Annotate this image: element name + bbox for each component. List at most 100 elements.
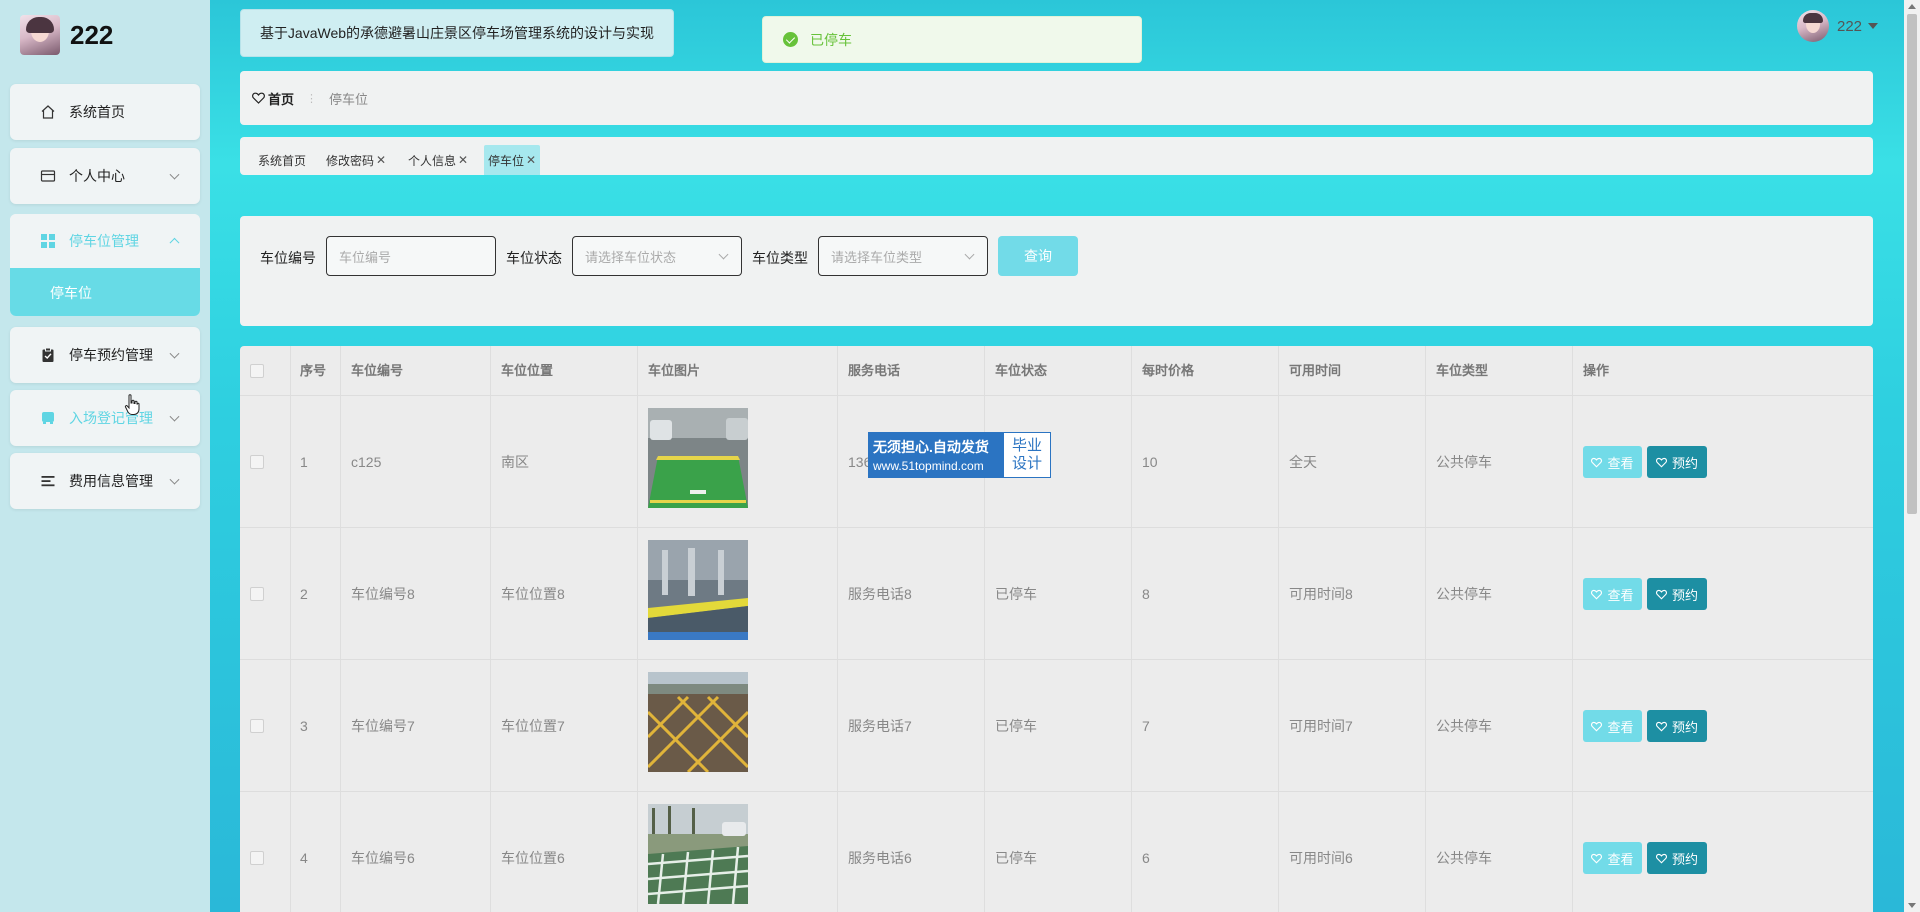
- sidebar-item-parking-management[interactable]: 停车位管理: [10, 214, 200, 268]
- row-checkbox[interactable]: [250, 587, 264, 601]
- breadcrumb: 首页 ⋮ 停车位: [240, 71, 1873, 125]
- cell-index: 4: [300, 850, 308, 866]
- sidebar: 222 系统首页 个人中心 停车位管理 停车位 停车预约管理 入场登记管理 费用…: [0, 0, 210, 912]
- number-input[interactable]: 车位编号: [326, 236, 496, 276]
- sidebar-subitem-parking-space[interactable]: 停车位: [10, 268, 200, 316]
- tag-label: 系统首页: [258, 153, 307, 168]
- cell-location: 车位位置8: [501, 586, 565, 602]
- sidebar-item-label: 系统首页: [69, 104, 125, 120]
- label-number: 车位编号: [260, 250, 316, 266]
- book-button-label: 预约: [1671, 587, 1698, 603]
- cell-time: 可用时间6: [1289, 850, 1353, 866]
- status-select-placeholder: 请选择车位状态: [585, 249, 677, 265]
- cell-time: 可用时间7: [1289, 718, 1353, 734]
- chevron-down-icon: [169, 474, 180, 485]
- watermark-line1: 无须担心.自动发货: [873, 439, 989, 455]
- query-button[interactable]: 查询: [998, 236, 1078, 276]
- select-all-checkbox[interactable]: [250, 364, 264, 378]
- sidebar-item-reservation-management[interactable]: 停车预约管理: [10, 327, 200, 383]
- heart-icon: [1591, 721, 1603, 732]
- table-row: 1 c125 南区 136 10 全天 公共停车 查看 预约: [240, 396, 1873, 528]
- page-scrollbar[interactable]: [1904, 0, 1920, 912]
- view-button[interactable]: 查看: [1583, 710, 1642, 742]
- view-button[interactable]: 查看: [1583, 578, 1642, 610]
- home-icon: [41, 105, 55, 119]
- label-type: 车位类型: [752, 250, 808, 266]
- cell-time: 全天: [1289, 454, 1317, 470]
- view-button-label: 查看: [1607, 719, 1634, 735]
- chevron-down-icon: [169, 348, 180, 359]
- heart-icon: [1655, 721, 1667, 732]
- header-status: 车位状态: [995, 363, 1048, 378]
- row-checkbox[interactable]: [250, 851, 264, 865]
- breadcrumb-current: 停车位: [329, 91, 369, 107]
- breadcrumb-home-label: 首页: [268, 91, 295, 107]
- system-title: 基于JavaWeb的承德避暑山庄景区停车场管理系统的设计与实现: [240, 9, 674, 57]
- row-checkbox[interactable]: [250, 455, 264, 469]
- table-header: 序号 车位编号 车位位置 车位图片 服务电话 车位状态 每时价格 可用时间 车位…: [240, 346, 1873, 396]
- cell-price: 10: [1142, 454, 1158, 470]
- header-image: 车位图片: [648, 363, 701, 378]
- sidebar-item-label: 入场登记管理: [69, 410, 153, 426]
- sidebar-item-label: 停车预约管理: [69, 347, 153, 363]
- table-row: 2 车位编号8 车位位置8 服务电话8 已停车 8 可用时间8 公共停车 查看 …: [240, 528, 1873, 660]
- toast-message: 已停车: [810, 31, 852, 48]
- cell-location: 车位位置7: [501, 718, 565, 734]
- cell-type: 公共停车: [1436, 718, 1492, 734]
- close-icon[interactable]: ✕: [376, 153, 386, 167]
- sidebar-item-personal-center[interactable]: 个人中心: [10, 148, 200, 204]
- tag-personal-info[interactable]: 个人信息 ✕: [404, 145, 472, 175]
- view-button[interactable]: 查看: [1583, 446, 1642, 478]
- check-circle-icon: [783, 32, 798, 47]
- book-button[interactable]: 预约: [1647, 842, 1707, 874]
- breadcrumb-separator: ⋮: [306, 92, 318, 105]
- status-select[interactable]: 请选择车位状态: [572, 236, 742, 276]
- chevron-down-icon: [169, 411, 180, 422]
- cell-number: 车位编号6: [351, 850, 415, 866]
- watermark-right2: 设计: [1011, 455, 1042, 472]
- number-input-placeholder: 车位编号: [339, 249, 392, 265]
- sidebar-item-fee-management[interactable]: 费用信息管理: [10, 453, 200, 509]
- cell-price: 6: [1142, 850, 1150, 866]
- breadcrumb-home[interactable]: 首页: [252, 89, 294, 108]
- cell-phone: 服务电话6: [848, 850, 912, 866]
- row-checkbox[interactable]: [250, 719, 264, 733]
- view-button[interactable]: 查看: [1583, 842, 1642, 874]
- close-icon[interactable]: ✕: [458, 153, 468, 167]
- clipboard-icon: [42, 347, 54, 362]
- cell-number: c125: [351, 454, 382, 470]
- cell-index: 1: [300, 454, 308, 470]
- header-type: 车位类型: [1436, 363, 1489, 378]
- tag-parking-space[interactable]: 停车位 ✕: [484, 145, 541, 175]
- watermark-right1: 毕业: [1011, 437, 1042, 454]
- heart-icon: [1655, 457, 1667, 468]
- cell-type: 公共停车: [1436, 850, 1492, 866]
- user-menu[interactable]: 222: [1797, 10, 1879, 42]
- scroll-up-icon[interactable]: [1908, 4, 1916, 9]
- tag-change-password[interactable]: 修改密码 ✕: [322, 145, 390, 175]
- tags-view: 系统首页 修改密码 ✕ 个人信息 ✕ 停车位 ✕: [240, 137, 1873, 175]
- scrollbar-thumb[interactable]: [1907, 14, 1917, 514]
- book-button[interactable]: 预约: [1647, 578, 1707, 610]
- book-button[interactable]: 预约: [1647, 710, 1707, 742]
- scroll-down-icon[interactable]: [1908, 903, 1916, 908]
- close-icon[interactable]: ✕: [526, 153, 536, 167]
- sidebar-item-home[interactable]: 系统首页: [10, 84, 200, 140]
- heart-icon: [1591, 589, 1603, 600]
- table-row: 3 车位编号7 车位位置7 服务电话7 已停车 7 可用时间7 公共停车 查看 …: [240, 660, 1873, 792]
- book-button[interactable]: 预约: [1647, 446, 1707, 478]
- watermark-right: 毕业 设计: [1004, 433, 1050, 477]
- sidebar-item-label: 费用信息管理: [69, 473, 153, 489]
- parking-table: 序号 车位编号 车位位置 车位图片 服务电话 车位状态 每时价格 可用时间 车位…: [240, 346, 1873, 912]
- view-button-label: 查看: [1607, 851, 1634, 867]
- header-actions: 操作: [1583, 363, 1610, 378]
- watermark-line2: www.51topmind.com: [873, 459, 984, 473]
- tag-label: 停车位: [488, 153, 525, 168]
- cell-phone: 服务电话7: [848, 718, 912, 734]
- type-select[interactable]: 请选择车位类型: [818, 236, 988, 276]
- chevron-down-icon: [964, 249, 975, 260]
- sidebar-item-entry-registration[interactable]: 入场登记管理: [10, 390, 200, 446]
- tag-home[interactable]: 系统首页: [254, 145, 310, 175]
- header-phone: 服务电话: [848, 363, 901, 378]
- cell-phone: 服务电话8: [848, 586, 912, 602]
